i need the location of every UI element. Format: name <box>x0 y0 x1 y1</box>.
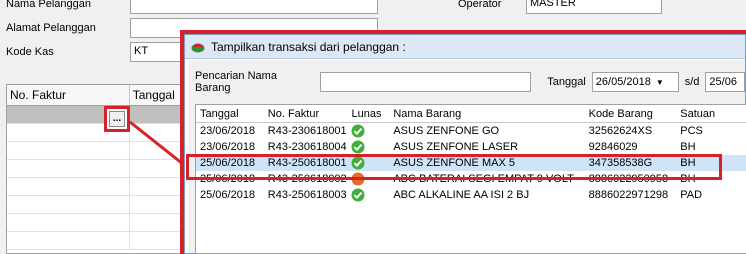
check-icon <box>351 188 365 202</box>
col-satuan[interactable]: Satuan <box>676 108 746 120</box>
dialog-titlebar[interactable]: Tampilkan transaksi dari pelanggan : <box>185 35 745 59</box>
selected-row-highlight <box>186 154 722 180</box>
search-input[interactable] <box>319 72 532 92</box>
check-icon <box>351 124 365 138</box>
table-row[interactable]: 23/06/2018 R43-230618001 ASUS ZENFONE GO 32… <box>196 123 746 139</box>
grid-row[interactable] <box>7 160 205 178</box>
kode-kas-label: Kode Kas <box>6 46 54 58</box>
col-kode-barang[interactable]: Kode Barang <box>585 108 677 120</box>
cell-kode-barang: 8886022971298 <box>588 189 669 201</box>
date-label: Tanggal <box>547 76 586 88</box>
cell-nama-barang: ASUS ZENFONE GO <box>393 125 500 137</box>
grid-row[interactable] <box>7 178 205 196</box>
ellipsis-button[interactable]: ... <box>109 111 125 127</box>
cell-kode-barang: 92846029 <box>588 141 638 153</box>
chevron-down-icon[interactable]: ▼ <box>653 74 667 90</box>
col-nama-barang[interactable]: Nama Barang <box>389 108 584 120</box>
nama-pelanggan-field[interactable] <box>130 0 378 14</box>
col-tanggal[interactable]: Tanggal <box>196 108 264 120</box>
cell-tanggal: 23/06/2018 <box>200 125 256 137</box>
cell-tanggal: 23/06/2018 <box>200 141 256 153</box>
check-icon <box>351 140 365 154</box>
grid-header-no-faktur[interactable]: No. Faktur <box>7 85 130 105</box>
col-no-faktur[interactable]: No. Faktur <box>264 108 348 120</box>
cell-no-faktur: R43-250618003 <box>267 189 347 201</box>
cell-tanggal: 25/06/2018 <box>200 189 256 201</box>
cell-no-faktur: R43-230618004 <box>267 141 347 153</box>
transaction-dialog: Tampilkan transaksi dari pelanggan : Pen… <box>184 34 746 254</box>
table-row[interactable]: 25/06/2018 R43-250618003 ABC ALKALINE AA I… <box>196 187 746 203</box>
grid-header: No. Faktur Tanggal <box>7 85 205 106</box>
search-label: Pencarian Nama Barang <box>195 70 277 94</box>
date-separator: s/d <box>684 76 700 88</box>
operator-label: Operator <box>458 0 502 10</box>
grid-row[interactable] <box>7 142 205 160</box>
cell-satuan: PAD <box>680 189 703 201</box>
date-from-picker[interactable]: 26/05/2018 ▼ <box>591 72 679 92</box>
cell-satuan: BH <box>680 141 696 153</box>
alamat-pelanggan-label: Alamat Pelanggan <box>6 22 96 34</box>
dialog-title: Tampilkan transaksi dari pelanggan : <box>211 39 406 54</box>
date-to-picker[interactable]: 25/06 <box>705 72 745 92</box>
date-to-value: 25/06 <box>709 76 737 88</box>
cell-lunas <box>347 140 389 154</box>
table-header: Tanggal No. Faktur Lunas Nama Barang Kod… <box>196 105 746 123</box>
app-icon <box>191 43 205 52</box>
col-lunas[interactable]: Lunas <box>347 108 389 120</box>
cell-nama-barang: ASUS ZENFONE LASER <box>393 141 519 153</box>
date-from-value: 26/05/2018 <box>595 76 651 88</box>
ellipsis-button-highlight[interactable]: ... <box>104 106 130 132</box>
filter-row: Pencarian Nama Barang Tanggal 26/05/2018… <box>195 70 745 94</box>
grid-row[interactable] <box>7 232 205 250</box>
cell-lunas <box>347 124 389 138</box>
cell-kode-barang: 32562624XS <box>588 125 653 137</box>
cell-satuan: PCS <box>680 125 703 137</box>
table-row[interactable]: 23/06/2018 R43-230618004 ASUS ZENFONE LASE… <box>196 139 746 155</box>
grid-row[interactable] <box>7 214 205 232</box>
grid-row[interactable] <box>7 196 205 214</box>
cell-lunas <box>347 188 389 202</box>
cell-nama-barang: ABC ALKALINE AA ISI 2 BJ <box>393 189 530 201</box>
cell-no-faktur: R43-230618001 <box>267 125 347 137</box>
operator-field[interactable]: MASTER <box>526 0 662 14</box>
nama-pelanggan-label: Nama Pelanggan <box>6 0 92 10</box>
